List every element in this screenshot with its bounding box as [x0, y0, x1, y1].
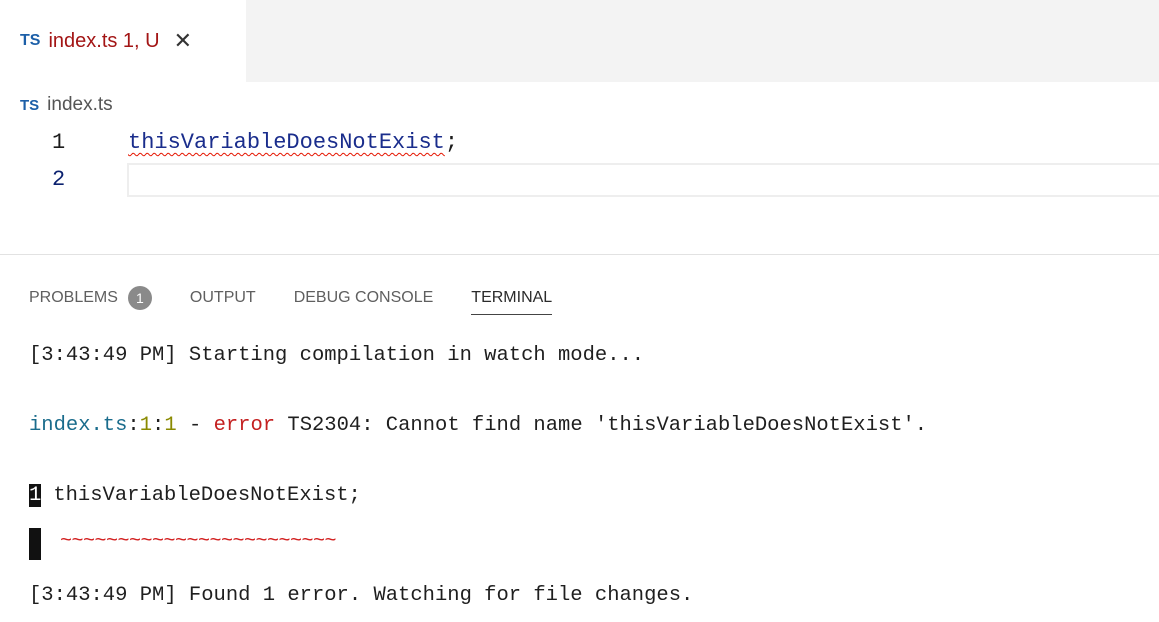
snippet-line-number: 1: [29, 484, 42, 507]
error-dash: -: [176, 414, 214, 437]
line-number: 2: [52, 167, 66, 192]
code-text[interactable]: thisVariableDoesNotExist;: [128, 126, 458, 160]
error-squiggle-text[interactable]: thisVariableDoesNotExist: [128, 130, 445, 155]
terminal-snippet-line: 1 thisVariableDoesNotExist;: [29, 484, 361, 507]
panel-tab-bar: PROBLEMS 1 OUTPUT DEBUG CONSOLE TERMINAL: [29, 280, 590, 316]
snippet-gutter: [29, 528, 41, 560]
terminal-line: [3:43:49 PM] Found 1 error. Watching for…: [29, 584, 694, 607]
error-file: index.ts: [29, 414, 128, 437]
terminal-error-line: index.ts:1:1 - error TS2304: Cannot find…: [29, 414, 927, 437]
tab-debug-console[interactable]: DEBUG CONSOLE: [294, 281, 434, 315]
editor-tab-bar: TS index.ts 1, U ✕: [0, 0, 1159, 82]
snippet-error-tildes: ~~~~~~~~~~~~~~~~~~~~~~~~: [60, 530, 337, 553]
breadcrumb-file[interactable]: index.ts: [47, 94, 112, 116]
error-line-number: 1: [139, 414, 153, 437]
error-keyword: error: [213, 414, 276, 437]
snippet-code: thisVariableDoesNotExist;: [53, 484, 361, 507]
editor-line[interactable]: 2: [0, 163, 1159, 197]
error-column-number: 1: [164, 414, 177, 437]
tab-output[interactable]: OUTPUT: [190, 281, 256, 315]
line-number: 1: [52, 130, 66, 155]
error-separator: :: [152, 414, 165, 437]
tab-label: index.ts 1, U: [48, 29, 160, 52]
panel-divider: [0, 254, 1159, 255]
error-separator: :: [127, 414, 140, 437]
tab-problems-label: PROBLEMS: [29, 289, 118, 307]
typescript-file-icon: TS: [20, 96, 40, 114]
code-editor[interactable]: 1 thisVariableDoesNotExist; 2: [0, 126, 1159, 212]
tab-terminal[interactable]: TERMINAL: [471, 281, 552, 315]
typescript-file-icon: TS: [20, 32, 41, 49]
breadcrumb[interactable]: TS index.ts: [20, 90, 113, 120]
tab-index-ts[interactable]: TS index.ts 1, U ✕: [0, 0, 246, 82]
tab-problems[interactable]: PROBLEMS 1: [29, 278, 152, 318]
editor-line[interactable]: 1 thisVariableDoesNotExist;: [0, 126, 1159, 160]
code-punctuation: ;: [444, 130, 459, 155]
problems-count-badge: 1: [127, 286, 152, 310]
error-message: TS2304: Cannot find name 'thisVariableDo…: [275, 414, 928, 437]
terminal-line: [3:43:49 PM] Starting compilation in wat…: [29, 344, 645, 367]
close-icon[interactable]: ✕: [174, 30, 192, 52]
